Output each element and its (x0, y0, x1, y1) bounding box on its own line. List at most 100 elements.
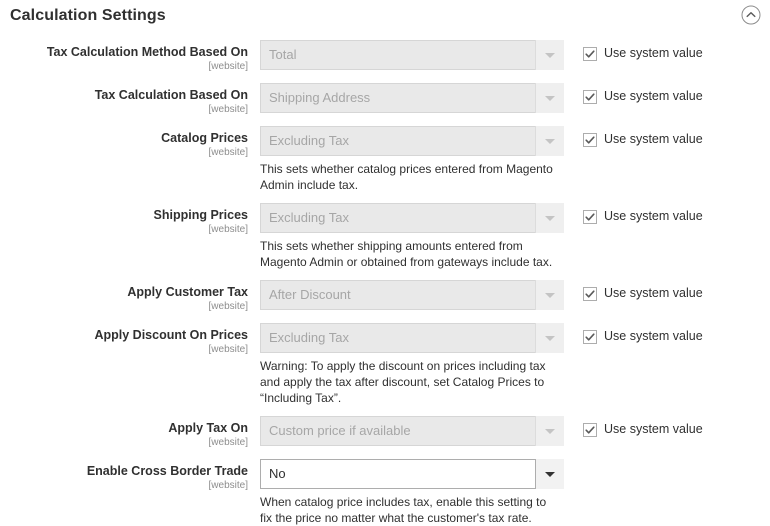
chevron-down-icon (535, 280, 564, 310)
checkbox-checked-icon[interactable] (583, 329, 597, 344)
use-system-value-label[interactable]: Use system value (604, 132, 703, 147)
field-label-enable-cross-border-trade: Enable Cross Border Trade [website] (0, 459, 248, 492)
use-system-value-enable-cross-border-trade (563, 459, 770, 465)
field-label-tax-calculation-based-on: Tax Calculation Based On [website] (0, 83, 248, 116)
field-label-text: Enable Cross Border Trade (86, 464, 248, 478)
select-face: Excluding Tax (260, 203, 564, 233)
chevron-down-glyph (545, 471, 555, 477)
field-scope-label: [website] (208, 147, 248, 158)
chevron-down-icon (535, 40, 564, 70)
field-label-shipping-prices: Shipping Prices [website] (0, 203, 248, 236)
use-system-value-label[interactable]: Use system value (604, 329, 703, 344)
chevron-down-glyph (545, 52, 555, 58)
field-row-apply-discount-on-prices: Apply Discount On Prices [website] Excludi… (0, 323, 770, 406)
field-row-tax-calculation-based-on: Tax Calculation Based On [website] Shippin… (0, 83, 770, 116)
checkbox-checked-icon[interactable] (583, 422, 597, 437)
field-control-tax-calculation-method-based-on: Total (248, 40, 564, 70)
select-face: Total (260, 40, 564, 70)
select-tax-calculation-based-on: Shipping Address (260, 83, 564, 113)
page-title: Calculation Settings (10, 7, 166, 24)
chevron-down-icon (535, 126, 564, 156)
select-catalog-prices: Excluding Tax (260, 126, 564, 156)
field-label-tax-calculation-method-based-on: Tax Calculation Method Based On [website] (0, 40, 248, 73)
calculation-settings-form: Tax Calculation Method Based On [website]… (0, 30, 770, 526)
select-face: Excluding Tax (260, 323, 564, 353)
use-system-value-control[interactable]: Use system value (583, 46, 770, 61)
select-value: Excluding Tax (269, 210, 349, 225)
select-face: No (260, 459, 564, 489)
checkbox-checked-icon[interactable] (583, 132, 597, 147)
chevron-up-circle-icon[interactable] (740, 4, 762, 26)
section-header: Calculation Settings (0, 0, 770, 30)
select-apply-discount-on-prices: Excluding Tax (260, 323, 564, 353)
field-label-apply-customer-tax: Apply Customer Tax [website] (0, 280, 248, 313)
field-label-apply-tax-on: Apply Tax On [website] (0, 416, 248, 449)
use-system-value-control[interactable]: Use system value (583, 89, 770, 104)
use-system-value-tax-calculation-method-based-on: Use system value (563, 40, 770, 61)
field-note-shipping-prices: This sets whether shipping amounts enter… (260, 239, 553, 269)
chevron-down-icon (535, 416, 564, 446)
field-row-apply-tax-on: Apply Tax On [website] Custom price if ava… (0, 416, 770, 449)
field-scope-label: [website] (208, 301, 248, 312)
chevron-down-glyph (545, 335, 555, 341)
use-system-value-catalog-prices: Use system value (563, 126, 770, 147)
checkbox-checked-icon[interactable] (583, 46, 597, 61)
select-value: Total (269, 47, 297, 62)
field-control-shipping-prices: Excluding Tax This sets whether shipping … (248, 203, 564, 270)
use-system-value-control[interactable]: Use system value (583, 329, 770, 344)
chevron-down-glyph (545, 95, 555, 101)
use-system-value-label[interactable]: Use system value (604, 286, 703, 301)
checkbox-checked-icon[interactable] (583, 286, 597, 301)
field-control-apply-tax-on: Custom price if available (248, 416, 564, 446)
select-value: Excluding Tax (269, 330, 349, 345)
use-system-value-apply-discount-on-prices: Use system value (563, 323, 770, 344)
chevron-down-glyph (545, 138, 555, 144)
field-scope-label: [website] (208, 61, 248, 72)
chevron-down-icon (535, 83, 564, 113)
field-control-enable-cross-border-trade: No When catalog price includes tax, enabl… (248, 459, 564, 526)
checkbox-checked-icon[interactable] (583, 209, 597, 224)
field-row-enable-cross-border-trade: Enable Cross Border Trade [website] No When… (0, 459, 770, 526)
use-system-value-control[interactable]: Use system value (583, 209, 770, 224)
use-system-value-label[interactable]: Use system value (604, 89, 703, 104)
field-scope-label: [website] (208, 104, 248, 115)
field-row-shipping-prices: Shipping Prices [website] Excluding Tax Thi… (0, 203, 770, 270)
chevron-down-icon (535, 323, 564, 353)
field-scope-label: [website] (208, 480, 248, 491)
field-label-text: Tax Calculation Based On (94, 88, 248, 102)
select-tax-calculation-method-based-on: Total (260, 40, 564, 70)
select-face: Shipping Address (260, 83, 564, 113)
field-note-apply-discount-on-prices: Warning: To apply the discount on prices… (260, 359, 546, 405)
use-system-value-label[interactable]: Use system value (604, 46, 703, 61)
use-system-value-label[interactable]: Use system value (604, 209, 703, 224)
field-label-text: Catalog Prices (161, 131, 248, 145)
field-label-text: Apply Tax On (168, 421, 248, 435)
use-system-value-label[interactable]: Use system value (604, 422, 703, 437)
select-shipping-prices: Excluding Tax (260, 203, 564, 233)
select-face: Custom price if available (260, 416, 564, 446)
use-system-value-control[interactable]: Use system value (583, 286, 770, 301)
use-system-value-apply-customer-tax: Use system value (563, 280, 770, 301)
field-control-apply-discount-on-prices: Excluding Tax Warning: To apply the disco… (248, 323, 564, 406)
field-note-catalog-prices: This sets whether catalog prices entered… (260, 162, 553, 192)
use-system-value-control[interactable]: Use system value (583, 132, 770, 147)
use-system-value-control[interactable]: Use system value (583, 422, 770, 437)
select-enable-cross-border-trade[interactable]: No (260, 459, 564, 489)
chevron-down-glyph (545, 292, 555, 298)
field-row-catalog-prices: Catalog Prices [website] Excluding Tax This… (0, 126, 770, 193)
field-control-apply-customer-tax: After Discount (248, 280, 564, 310)
select-value: Excluding Tax (269, 133, 349, 148)
select-apply-customer-tax: After Discount (260, 280, 564, 310)
field-label-text: Apply Discount On Prices (94, 328, 248, 342)
chevron-down-icon[interactable] (535, 459, 564, 489)
field-label-text: Tax Calculation Method Based On (46, 45, 248, 59)
select-face: Excluding Tax (260, 126, 564, 156)
field-scope-label: [website] (208, 344, 248, 355)
use-system-value-shipping-prices: Use system value (563, 203, 770, 224)
chevron-down-glyph (545, 428, 555, 434)
field-row-apply-customer-tax: Apply Customer Tax [website] After Discoun… (0, 280, 770, 313)
field-label-text: Apply Customer Tax (127, 285, 248, 299)
checkbox-checked-icon[interactable] (583, 89, 597, 104)
select-apply-tax-on: Custom price if available (260, 416, 564, 446)
chevron-down-icon (535, 203, 564, 233)
